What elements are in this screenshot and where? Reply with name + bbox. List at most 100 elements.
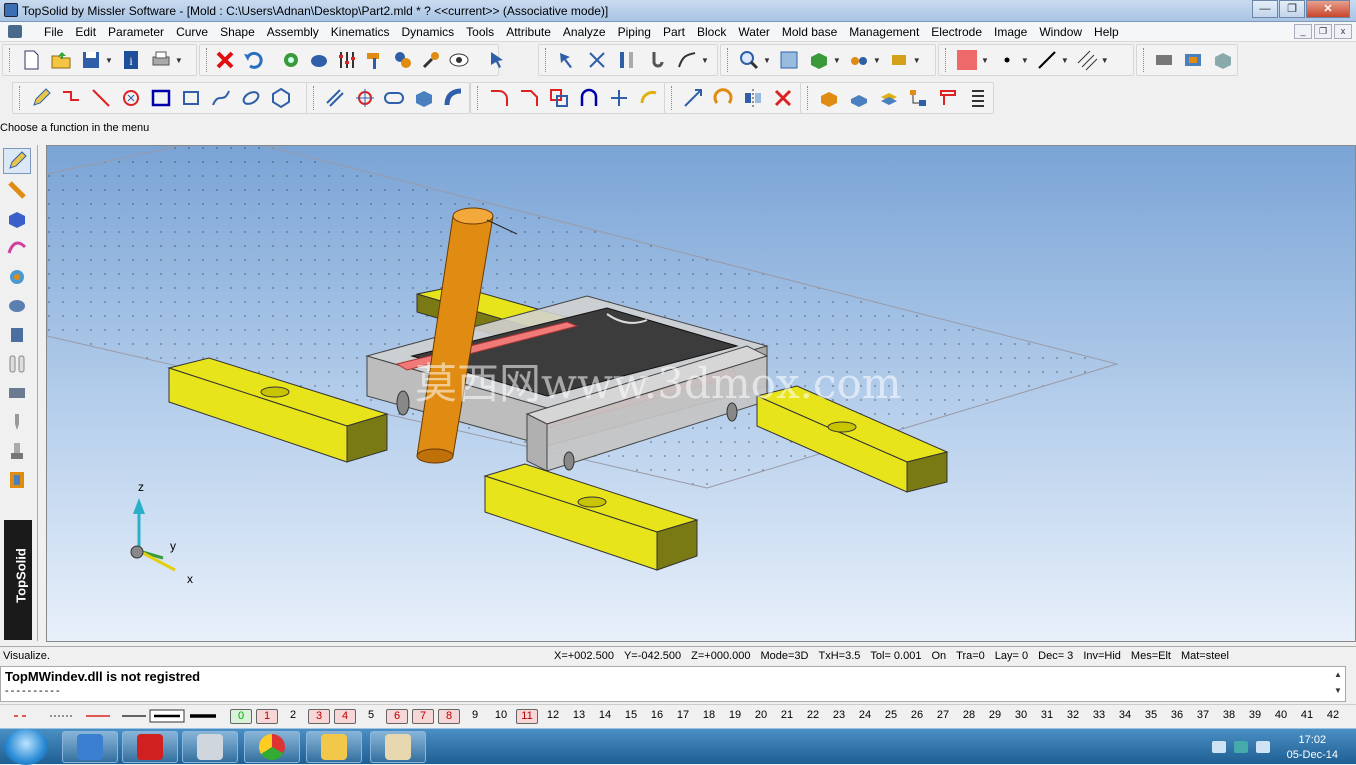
- volume-icon[interactable]: [1212, 741, 1226, 753]
- assembly-icon[interactable]: [392, 48, 414, 72]
- gear-tool-icon[interactable]: [3, 293, 31, 319]
- sweep-icon[interactable]: [442, 86, 466, 110]
- minimize-button[interactable]: —: [1252, 0, 1278, 18]
- layer-number[interactable]: 32: [1062, 709, 1084, 724]
- layer-number[interactable]: 10: [490, 709, 512, 724]
- curve-tool-icon[interactable]: [3, 177, 31, 203]
- cancel-transform-icon[interactable]: [771, 86, 795, 110]
- layer-number[interactable]: 18: [698, 709, 720, 724]
- sketch-tool-icon[interactable]: [3, 148, 31, 174]
- menu-item[interactable]: Part: [663, 25, 685, 39]
- maximize-button[interactable]: ❐: [1279, 0, 1305, 18]
- rectangle-icon[interactable]: [149, 86, 173, 110]
- polygon-icon[interactable]: [269, 86, 293, 110]
- chamfer-icon[interactable]: [517, 86, 541, 110]
- extrude-icon[interactable]: [412, 86, 436, 110]
- boolean-icon[interactable]: [547, 86, 571, 110]
- layer-number[interactable]: 28: [958, 709, 980, 724]
- offset-icon[interactable]: [323, 86, 347, 110]
- line-icon[interactable]: [89, 86, 113, 110]
- menu-item[interactable]: Kinematics: [331, 25, 390, 39]
- menu-item[interactable]: Help: [1094, 25, 1119, 39]
- layer-number[interactable]: 21: [776, 709, 798, 724]
- document-icon[interactable]: [8, 25, 22, 38]
- hammer-icon[interactable]: [364, 48, 386, 72]
- mold-base-icon[interactable]: [1211, 48, 1234, 72]
- start-button[interactable]: [4, 729, 48, 765]
- menu-item[interactable]: Management: [849, 25, 919, 39]
- menu-item[interactable]: Tools: [466, 25, 494, 39]
- component-icon[interactable]: [936, 86, 960, 110]
- menu-item[interactable]: Shape: [220, 25, 255, 39]
- layer-number[interactable]: 31: [1036, 709, 1058, 724]
- move-icon[interactable]: [681, 86, 705, 110]
- frame-icon[interactable]: [179, 86, 203, 110]
- menu-item[interactable]: Block: [697, 25, 726, 39]
- contour-icon[interactable]: [637, 86, 661, 110]
- zoom-icon[interactable]: [737, 48, 761, 72]
- point-icon[interactable]: [353, 86, 377, 110]
- render-icon[interactable]: [887, 48, 911, 72]
- menu-item[interactable]: Window: [1039, 25, 1082, 39]
- menu-item[interactable]: Assembly: [267, 25, 319, 39]
- deselect-icon[interactable]: [585, 48, 609, 72]
- taskbar-chrome[interactable]: [244, 731, 300, 763]
- layer-number[interactable]: 8: [438, 709, 460, 724]
- list-icon[interactable]: [966, 86, 990, 110]
- flag-icon[interactable]: [1256, 741, 1270, 753]
- layer-number[interactable]: 40: [1270, 709, 1292, 724]
- layer-number[interactable]: 41: [1296, 709, 1318, 724]
- pencil-icon[interactable]: [29, 86, 53, 110]
- mirror-icon[interactable]: [741, 86, 765, 110]
- hook-icon[interactable]: [645, 48, 669, 72]
- layer-number[interactable]: 0: [230, 709, 252, 724]
- layer-number[interactable]: 19: [724, 709, 746, 724]
- solid-tool-icon[interactable]: [3, 206, 31, 232]
- slot-icon[interactable]: [383, 86, 407, 110]
- edit-curve-icon[interactable]: [675, 48, 699, 72]
- block-icon[interactable]: [817, 86, 841, 110]
- doc-close-button[interactable]: x: [1334, 24, 1352, 39]
- layer-number[interactable]: 4: [334, 709, 356, 724]
- eye-icon[interactable]: [448, 48, 470, 72]
- layer-number[interactable]: 33: [1088, 709, 1110, 724]
- undo-icon[interactable]: [242, 48, 264, 72]
- punch-tool-icon[interactable]: [3, 438, 31, 464]
- layer-number[interactable]: 3: [308, 709, 330, 724]
- spline-icon[interactable]: [209, 86, 233, 110]
- block-tool-icon[interactable]: [3, 380, 31, 406]
- stack-icon[interactable]: [877, 86, 901, 110]
- polyline-icon[interactable]: [59, 86, 83, 110]
- save-icon[interactable]: [79, 48, 103, 72]
- layer-number[interactable]: 16: [646, 709, 668, 724]
- taskbar-explorer[interactable]: [306, 731, 362, 763]
- taskbar-paint[interactable]: [370, 731, 426, 763]
- layer-number[interactable]: 20: [750, 709, 772, 724]
- print-icon[interactable]: [149, 48, 173, 72]
- info-icon[interactable]: i: [119, 48, 143, 72]
- menu-item[interactable]: Attribute: [506, 25, 551, 39]
- layer-number[interactable]: 37: [1192, 709, 1214, 724]
- layer-number[interactable]: 15: [620, 709, 642, 724]
- layer-number[interactable]: 36: [1166, 709, 1188, 724]
- message-scrollbar[interactable]: ▲ ▼: [1331, 667, 1345, 701]
- surface-tool-icon[interactable]: [3, 235, 31, 261]
- delete-icon[interactable]: [214, 48, 236, 72]
- zoom-fit-icon[interactable]: [777, 48, 801, 72]
- part-tool-icon[interactable]: [3, 322, 31, 348]
- menu-item[interactable]: Analyze: [563, 25, 606, 39]
- doc-minimize-button[interactable]: _: [1294, 24, 1312, 39]
- mold-tool-icon[interactable]: [1153, 48, 1176, 72]
- 3d-viewport[interactable]: 莫西网www.3dmox.com z y x: [46, 145, 1356, 642]
- view-3d-icon[interactable]: [807, 48, 831, 72]
- cursor-icon[interactable]: [486, 48, 508, 72]
- layer-number[interactable]: 38: [1218, 709, 1240, 724]
- layer-number[interactable]: 2: [282, 709, 304, 724]
- plate-icon[interactable]: [847, 86, 871, 110]
- layer-number[interactable]: 1: [256, 709, 278, 724]
- layer-number[interactable]: 29: [984, 709, 1006, 724]
- menu-item[interactable]: Dynamics: [401, 25, 454, 39]
- tools-icon[interactable]: [420, 48, 442, 72]
- trim-icon[interactable]: [607, 86, 631, 110]
- menu-item[interactable]: Edit: [75, 25, 96, 39]
